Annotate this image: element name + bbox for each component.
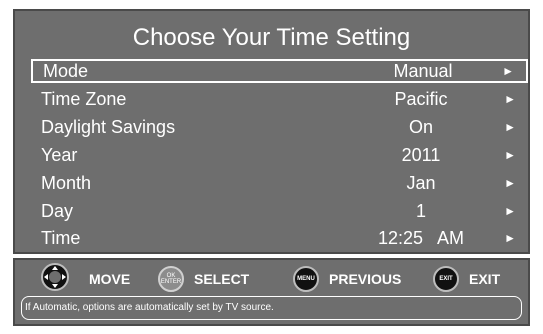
row-value: On [408,117,433,137]
move-label: MOVE [89,271,131,287]
row-label: Month [41,173,92,193]
row-day[interactable]: Day 1 ► [31,199,528,223]
control-legend: MOVE OK ENTER SELECT MENU PREVIOUS EXIT E… [15,262,528,296]
right-arrow-icon: ► [504,176,516,190]
right-arrow-icon: ► [504,204,516,218]
ok-enter-icon: OK ENTER [158,266,184,292]
previous-label: PREVIOUS [329,271,402,287]
control-bar: MOVE OK ENTER SELECT MENU PREVIOUS EXIT E… [13,258,530,326]
right-arrow-icon: ► [504,92,516,106]
exit-control[interactable]: EXIT EXIT [433,264,500,294]
row-value: Manual [393,61,453,81]
row-value: Pacific [394,89,448,109]
row-daylight-savings[interactable]: Daylight Savings On ► [31,115,528,139]
row-month[interactable]: Month Jan ► [31,171,528,195]
row-label: Time Zone [41,89,127,109]
right-arrow-icon: ► [504,231,516,245]
menu-icon: MENU [293,266,319,292]
time-setting-panel: Choose Your Time Setting Mode Manual ► T… [13,9,530,254]
select-label: SELECT [194,271,250,287]
row-mode[interactable]: Mode Manual ► [31,59,528,83]
page-title: Choose Your Time Setting [132,24,411,51]
row-label: Daylight Savings [41,117,176,137]
row-label: Mode [43,61,89,81]
dpad-icon [41,262,69,296]
right-arrow-icon: ► [502,64,514,78]
row-label: Day [41,201,74,221]
previous-control[interactable]: MENU PREVIOUS [293,264,401,294]
exit-icon: EXIT [433,266,459,292]
hint-text: If Automatic, options are automatically … [21,296,522,320]
row-value: 2011 [401,145,441,165]
select-control[interactable]: OK ENTER SELECT [158,264,249,294]
row-value: 12:25 AM [377,228,465,248]
row-time[interactable]: Time 12:25 AM ► [31,226,528,250]
row-value: Jan [406,173,436,193]
row-time-zone[interactable]: Time Zone Pacific ► [31,87,528,111]
right-arrow-icon: ► [504,120,516,134]
exit-label: EXIT [469,271,501,287]
right-arrow-icon: ► [504,148,516,162]
row-value: 1 [415,201,426,221]
row-label: Time [41,228,81,248]
row-label: Year [41,145,78,165]
move-control[interactable]: MOVE [41,262,131,296]
row-year[interactable]: Year 2011 ► [31,143,528,167]
